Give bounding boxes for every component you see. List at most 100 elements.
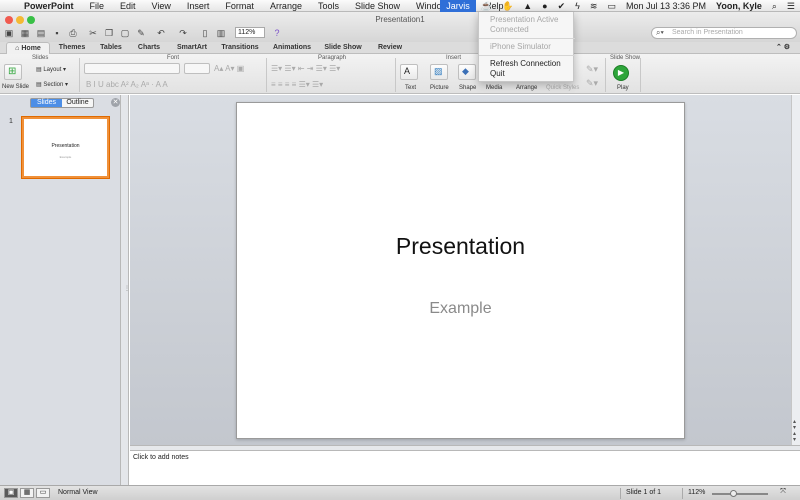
ribbon-separator [640,58,641,92]
menu-clock[interactable]: Mon Jul 13 3:36 PM [621,1,711,11]
bullets-icons[interactable]: ☰▾ ☰▾ ⇤ ⇥ ☰▾ ☰▾ [271,64,340,73]
status-separator [682,488,683,499]
font-name-select[interactable] [84,63,180,74]
tab-smartart[interactable]: SmartArt [170,42,214,54]
wifi-icon[interactable]: ≋ [585,1,603,12]
zoom-field[interactable]: 112% [235,27,265,38]
menu-app-name[interactable]: PowerPoint [16,0,82,12]
hand-icon[interactable]: ✋ [497,1,518,12]
tab-animations[interactable]: Animations [270,42,314,54]
panel-view-tabs: Slides Outline [30,98,94,108]
menu-separator [479,55,575,56]
tab-themes[interactable]: Themes [54,42,90,54]
cup-icon[interactable]: ☕ [476,1,497,12]
status-view-name: Normal View [58,489,98,496]
tab-slides[interactable]: Slides [31,99,62,107]
group-paragraph-title: Paragraph [318,55,347,61]
ribbon-separator [266,58,267,92]
media-browser-icon[interactable]: ▥ [216,28,226,38]
tab-tables[interactable]: Tables [94,42,128,54]
copy-icon[interactable]: ❐ [104,28,114,38]
format-painter-icon[interactable]: ✎ [136,28,146,38]
tab-outline[interactable]: Outline [62,99,93,107]
slide-thumbnail[interactable]: Presentation Example [22,117,109,178]
picture-button[interactable]: ▨ [430,64,448,80]
tab-slide-show[interactable]: Slide Show [320,42,366,54]
menu-insert[interactable]: Insert [179,0,218,12]
save-icon[interactable]: ▪ [52,28,62,38]
notification-center-icon[interactable]: ☰ [782,1,800,12]
open-icon[interactable]: ▤ [36,28,46,38]
line-color-icon[interactable]: ✎▾ [586,78,598,89]
menu-item-quit[interactable]: Quit [490,69,505,79]
menu-format[interactable]: Format [217,0,262,12]
font-size-select[interactable] [184,63,210,74]
undo-icon[interactable]: ↶ [156,28,166,38]
menu-item-refresh-connection[interactable]: Refresh Connection [490,59,561,69]
spotlight-icon[interactable]: ⌕ [767,1,782,12]
help-icon[interactable]: ? [272,28,282,38]
menu-file[interactable]: File [82,0,113,12]
notes-pane[interactable]: Click to add notes [130,451,800,485]
section-label: Section [43,82,64,88]
text-box-icon: A [404,66,411,76]
group-slide-show-title: Slide Show [610,55,641,61]
battery-icon[interactable]: ▭ [602,1,621,12]
hat-icon[interactable]: ▲ [518,1,537,11]
font-style-icons[interactable]: B I U abc A² A₂ Aᵃ · A A [86,80,168,89]
shape-button[interactable]: ◆ [458,64,476,80]
zoom-slider-knob[interactable] [730,490,737,497]
sidebar-toggle-icon[interactable]: ▯ [200,28,210,38]
jarvis-menu-extra[interactable]: Jarvis [440,0,476,12]
status-slide-count: Slide 1 of 1 [626,489,662,496]
grow-font-icon[interactable]: A▴ A▾ ▣ [214,64,244,73]
thumbnail-title: Presentation [51,143,80,149]
bolt-icon[interactable]: ϟ [570,1,585,11]
panel-splitter[interactable]: ⋮ [121,95,130,485]
menu-slide-show[interactable]: Slide Show [347,0,408,12]
layout-button[interactable]: ▤ Layout ▾ [36,66,66,73]
slide-title[interactable]: Presentation [237,233,684,260]
alignment-icons[interactable]: ≡ ≡ ≡ ≡ ☰▾ ☰▾ [271,80,323,89]
tab-home[interactable]: ⌂ Home [6,42,50,54]
arrange-label[interactable]: Arrange [516,85,537,91]
fit-to-window-icon[interactable]: ⤧ [776,488,790,498]
menu-view[interactable]: View [144,0,179,12]
new-from-template-icon[interactable]: ▣ [4,28,14,38]
media-label[interactable]: Media [486,85,502,91]
paste-icon[interactable]: ▢ [120,28,130,38]
menu-arrange[interactable]: Arrange [262,0,310,12]
slide-subtitle[interactable]: Example [237,300,684,318]
ribbon-options-icon[interactable]: ⌃ ⚙ [770,42,796,54]
zoom-slider[interactable] [712,493,768,495]
circle-icon[interactable]: ● [537,1,552,11]
tab-charts[interactable]: Charts [132,42,166,54]
slide-show-view-icon[interactable]: ▭ [36,488,50,498]
vertical-scrollbar[interactable]: ▴ ▾ ▴ ▾ [791,95,800,445]
check-icon[interactable]: ✔ [553,1,571,12]
quick-styles-label[interactable]: Quick Styles [546,85,579,91]
close-panel-icon[interactable]: ✕ [111,98,120,107]
section-button[interactable]: ▤ Section ▾ [36,81,68,88]
window-title: Presentation1 [375,15,425,24]
menu-tools[interactable]: Tools [310,0,347,12]
normal-view-icon[interactable]: ▣ [4,488,18,498]
text-button[interactable]: A [400,64,418,80]
gallery-icon[interactable]: ▦ [20,28,30,38]
print-icon[interactable]: ⎙ [68,28,78,38]
fill-color-icon[interactable]: ✎▾ [586,64,598,75]
play-icon[interactable]: ▶ [613,65,629,81]
play-label: Play [617,85,629,91]
new-slide-button[interactable]: ⊞ [4,64,22,80]
scroll-arrows-icon[interactable]: ▴ ▾ ▴ ▾ [793,419,796,443]
menu-user[interactable]: Yoon, Kyle [711,1,767,11]
tab-transitions[interactable]: Transitions [218,42,262,54]
menu-edit[interactable]: Edit [112,0,144,12]
redo-icon[interactable]: ↷ [178,28,188,38]
slide[interactable]: Presentation Example [236,102,685,439]
slide-sorter-icon[interactable]: ▦ [20,488,34,498]
search-input[interactable]: ⌕▾ Search in Presentation [651,27,797,39]
new-slide-icon: ⊞ [8,66,17,77]
cut-icon[interactable]: ✂ [88,28,98,38]
tab-review[interactable]: Review [372,42,408,54]
